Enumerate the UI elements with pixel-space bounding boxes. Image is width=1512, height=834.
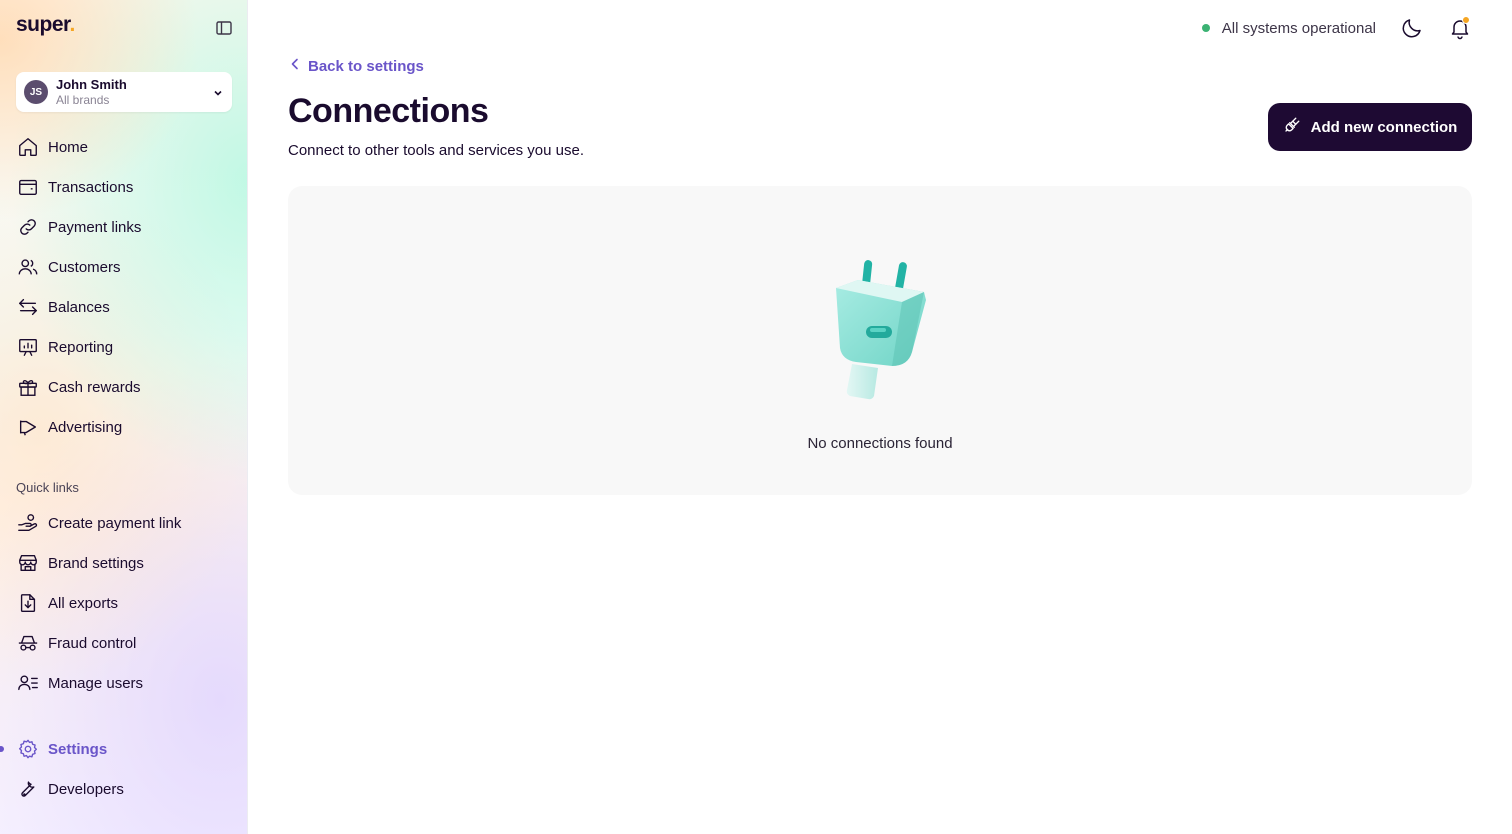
quick-link-all-exports[interactable]: All exports <box>16 589 232 617</box>
plug-icon <box>1283 116 1301 139</box>
sidebar-item-customers[interactable]: Customers <box>16 253 232 281</box>
sidebar-item-settings[interactable]: Settings <box>16 735 232 763</box>
arrows-icon <box>16 295 40 319</box>
quick-link-fraud-control[interactable]: Fraud control <box>16 629 232 657</box>
chevron-left-icon <box>288 57 302 76</box>
incognito-icon <box>16 631 40 655</box>
back-to-settings-link[interactable]: Back to settings <box>288 56 424 76</box>
plug-illustration <box>828 256 956 400</box>
quick-link-brand-settings[interactable]: Brand settings <box>16 549 232 577</box>
user-scope: All brands <box>56 93 110 107</box>
system-status[interactable]: All systems operational <box>1201 18 1376 38</box>
home-icon <box>16 135 40 159</box>
page-subtitle: Connect to other tools and services you … <box>288 142 585 159</box>
active-indicator <box>0 746 4 752</box>
store-icon <box>16 551 40 575</box>
sidebar-item-advertising[interactable]: Advertising <box>16 413 232 441</box>
gift-icon <box>16 375 40 399</box>
sidebar: super. JS John Smith All brands Home Tra… <box>0 0 248 834</box>
hand-coins-icon <box>16 511 40 535</box>
sidebar-item-reporting[interactable]: Reporting <box>16 333 232 361</box>
notification-badge <box>1462 16 1470 24</box>
status-indicator <box>1201 24 1210 32</box>
gear-icon <box>16 737 40 761</box>
sidebar-item-balances[interactable]: Balances <box>16 293 232 321</box>
megaphone-icon <box>16 415 40 439</box>
sidebar-item-developers[interactable]: Developers <box>16 775 232 803</box>
file-download-icon <box>16 591 40 615</box>
link-icon <box>16 215 40 239</box>
wallet-icon <box>16 175 40 199</box>
users-icon <box>16 255 40 279</box>
add-new-connection-button[interactable]: Add new connection <box>1268 103 1472 151</box>
sidebar-item-transactions[interactable]: Transactions <box>16 173 232 201</box>
user-name: John Smith <box>56 77 127 92</box>
quick-link-create-payment-link[interactable]: Create payment link <box>16 509 232 537</box>
sidebar-item-home[interactable]: Home <box>16 133 232 161</box>
avatar: JS <box>24 80 48 104</box>
wrench-icon <box>16 777 40 801</box>
connections-empty-state: No connections found <box>288 186 1472 495</box>
quick-link-manage-users[interactable]: Manage users <box>16 669 232 697</box>
moon-icon[interactable] <box>1400 16 1424 40</box>
super-logo[interactable]: super. <box>16 13 75 37</box>
sidebar-item-cash-rewards[interactable]: Cash rewards <box>16 373 232 401</box>
account-switcher[interactable]: JS John Smith All brands <box>16 72 232 112</box>
status-text: All systems operational <box>1221 19 1376 37</box>
empty-state-message: No connections found <box>807 435 953 452</box>
chevron-down-icon <box>212 86 224 98</box>
user-list-icon <box>16 671 40 695</box>
presentation-chart-icon <box>16 335 40 359</box>
sidebar-item-payment-links[interactable]: Payment links <box>16 213 232 241</box>
sidebar-toggle-icon[interactable] <box>215 19 233 37</box>
quick-links-heading: Quick links <box>16 480 79 495</box>
page-title: Connections <box>288 92 489 130</box>
